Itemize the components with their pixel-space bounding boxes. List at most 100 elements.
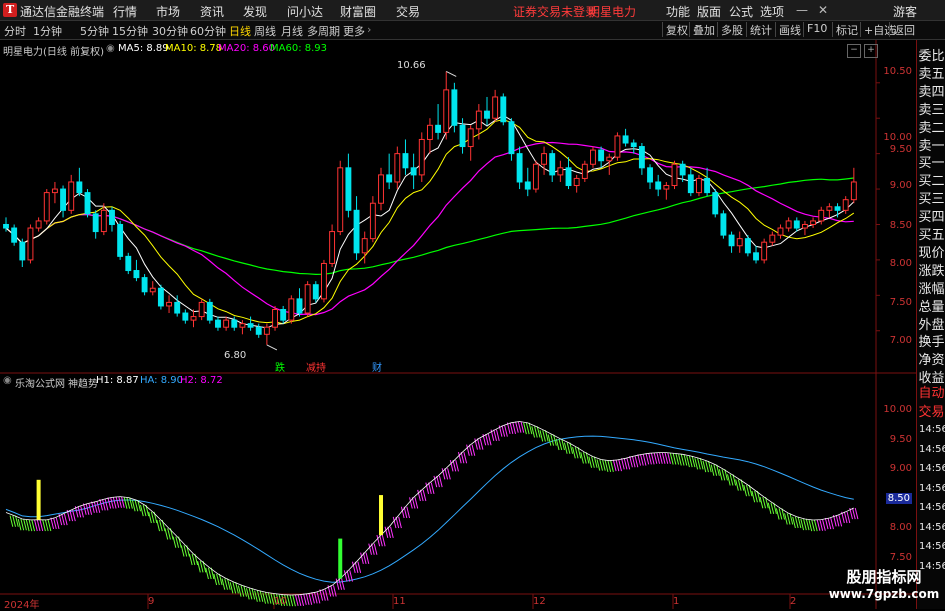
trend-hatch <box>588 456 593 468</box>
sub-y-tick: 9.00 <box>889 463 912 474</box>
menu-item-markets[interactable]: 市场 <box>156 3 180 20</box>
side-label-15[interactable]: 外盘 <box>918 314 945 333</box>
more-chevron-icon[interactable]: › <box>367 23 371 36</box>
side-label-2[interactable]: 卖四 <box>918 81 945 100</box>
ma20-line <box>5 141 854 316</box>
overlay-button[interactable]: 叠加 <box>689 22 715 37</box>
side-label-7[interactable]: 买二 <box>918 170 945 189</box>
candle <box>402 139 409 175</box>
event-marker-reduce[interactable]: 减持 <box>306 359 326 374</box>
menu-item-trade[interactable]: 交易 <box>396 3 420 20</box>
side-label-5[interactable]: 卖一 <box>918 135 945 154</box>
candle-body <box>598 149 605 162</box>
side-label-6[interactable]: 买一 <box>918 152 945 171</box>
side-label-16[interactable]: 换手 <box>918 331 945 350</box>
candle <box>704 167 711 197</box>
auto-trade-label[interactable]: 自动交易 <box>918 382 945 420</box>
period-tab-15min[interactable]: 15分钟 <box>112 23 148 39</box>
side-label-12[interactable]: 涨跌 <box>918 260 945 279</box>
trend-hatch <box>702 460 707 473</box>
f10-button[interactable]: F10 <box>803 22 827 37</box>
menu-item-options[interactable]: 选项 <box>760 3 784 20</box>
candle-body <box>410 167 417 176</box>
sub-chart-indicator[interactable]: 神趋势 <box>68 375 98 390</box>
candle-body <box>532 163 539 190</box>
multi-stock-button[interactable]: 多股 <box>717 22 743 37</box>
side-label-8[interactable]: 买三 <box>918 188 945 207</box>
menu-item-function[interactable]: 功能 <box>666 3 690 20</box>
candle-body <box>239 323 246 328</box>
zoom-out-icon[interactable]: − <box>847 44 861 58</box>
trend-hatch <box>601 459 606 471</box>
period-tab-daily[interactable]: 日线 <box>229 23 251 39</box>
chart-canvas[interactable] <box>0 40 945 609</box>
trend-hatch <box>746 484 750 497</box>
candle-body <box>345 167 352 211</box>
trend-hatch <box>175 536 180 548</box>
trend-hatch <box>300 594 305 606</box>
side-label-9[interactable]: 买四 <box>918 206 945 225</box>
candle <box>801 220 808 236</box>
side-label-13[interactable]: 涨幅 <box>918 278 945 297</box>
candle-body <box>581 163 588 179</box>
event-marker-report[interactable]: 财 <box>372 359 382 374</box>
candle-body <box>215 319 221 328</box>
period-tab-1min[interactable]: 1分钟 <box>33 23 62 39</box>
stats-button[interactable]: 统计 <box>746 22 772 37</box>
candle <box>687 167 694 197</box>
side-label-4[interactable]: 卖二 <box>918 117 945 136</box>
side-label-0[interactable]: 委比 <box>918 45 945 64</box>
candle-body <box>141 277 148 293</box>
candle <box>11 224 18 246</box>
close-icon[interactable]: ✕ <box>818 3 828 17</box>
trend-hatch <box>770 502 775 514</box>
period-tab-60min[interactable]: 60分钟 <box>190 23 226 39</box>
period-tab-monthly[interactable]: 月线 <box>281 23 303 39</box>
period-tab-more[interactable]: 更多 <box>343 23 365 39</box>
legend-ma5: MA5: 8.89 <box>118 43 169 54</box>
period-tab-5min[interactable]: 5分钟 <box>80 23 109 39</box>
menu-item-market[interactable]: 行情 <box>113 3 137 20</box>
side-label-1[interactable]: 卖五 <box>918 63 945 82</box>
candle-body <box>337 167 344 233</box>
side-label-11[interactable]: 现价 <box>918 242 945 261</box>
trend-hatch <box>591 456 595 468</box>
side-label-10[interactable]: 买五 <box>918 224 945 243</box>
trend-hatch <box>438 475 443 488</box>
adjust-button[interactable]: 复权 <box>662 22 688 37</box>
trend-hatch <box>207 567 212 580</box>
menu-item-news[interactable]: 资讯 <box>200 3 224 20</box>
period-tab-weekly[interactable]: 周线 <box>254 23 276 39</box>
side-label-3[interactable]: 卖三 <box>918 99 945 118</box>
candle-body <box>125 255 132 272</box>
candle <box>671 160 678 190</box>
menu-item-ask[interactable]: 问小达 <box>287 3 323 20</box>
trend-hatch <box>713 464 718 476</box>
sub-legend-toggle-icon[interactable]: ◉ <box>3 375 12 386</box>
menu-item-discover[interactable]: 发现 <box>243 3 267 20</box>
candle-body <box>590 149 596 165</box>
login-status[interactable]: 证券交易未登录 <box>513 3 597 20</box>
menu-item-layout[interactable]: 版面 <box>697 3 721 20</box>
side-label-17[interactable]: 净资 <box>918 349 945 368</box>
zoom-in-icon[interactable]: + <box>864 44 878 58</box>
menu-item-formula[interactable]: 公式 <box>729 3 753 20</box>
user-label[interactable]: 游客 <box>893 3 917 20</box>
legend-toggle-icon[interactable]: ◉ <box>106 43 115 54</box>
minimize-icon[interactable]: — <box>796 3 808 17</box>
trend-hatch <box>85 503 90 515</box>
period-tab-timeshare[interactable]: 分时 <box>4 23 26 39</box>
back-button[interactable]: 返回 <box>889 22 915 37</box>
trend-hatch <box>664 452 669 464</box>
menu-item-wealth[interactable]: 财富圈 <box>340 3 376 20</box>
mark-button[interactable]: 标记 <box>832 22 858 37</box>
period-tab-30min[interactable]: 30分钟 <box>152 23 188 39</box>
period-tab-multi[interactable]: 多周期 <box>307 23 340 39</box>
draw-line-button[interactable]: 画线 <box>775 22 801 37</box>
trend-hatch <box>131 499 136 512</box>
candle <box>76 167 83 197</box>
trend-hatch <box>47 519 52 532</box>
side-label-14[interactable]: 总量 <box>918 296 945 315</box>
candle-body <box>492 96 499 119</box>
event-marker-drop[interactable]: 跌 <box>275 359 285 374</box>
